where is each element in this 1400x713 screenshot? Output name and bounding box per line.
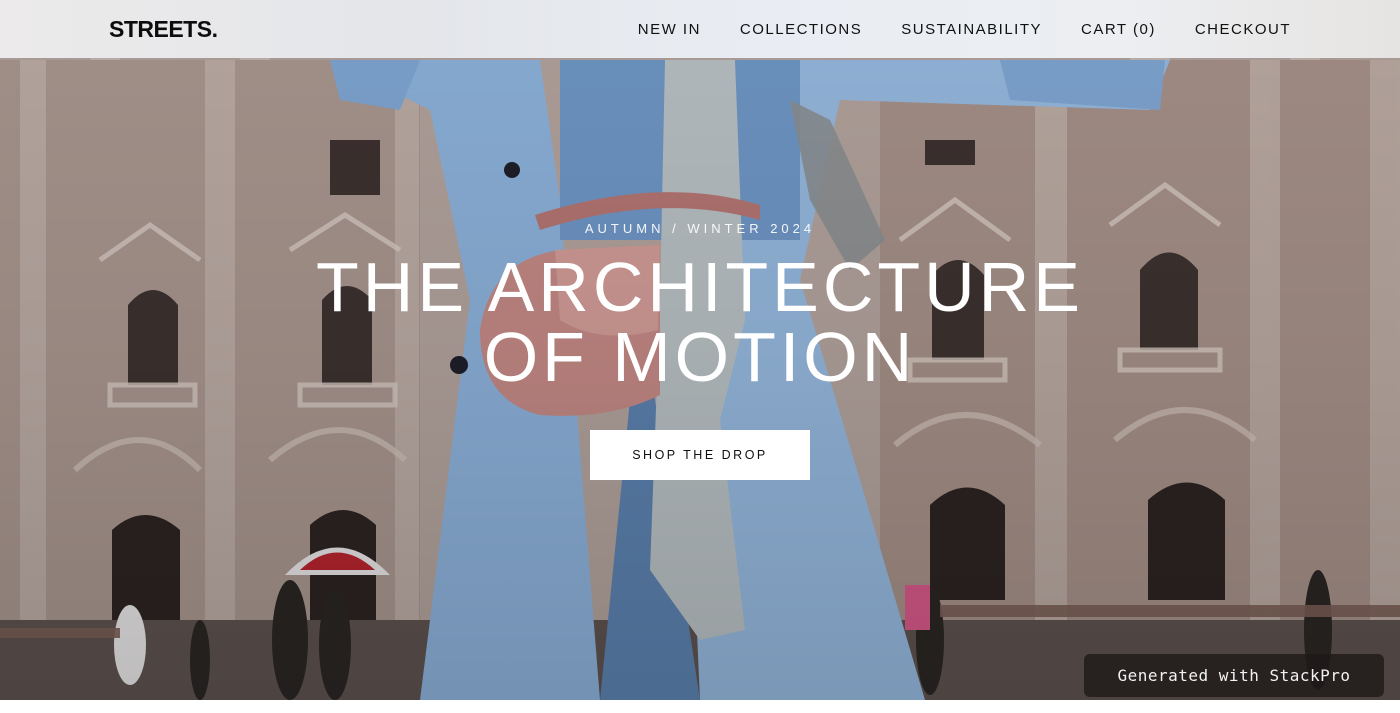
hero-headline-line-1: THE ARCHITECTURE xyxy=(316,248,1084,326)
shop-the-drop-button[interactable]: SHOP THE DROP xyxy=(590,430,810,480)
hero-content: AUTUMN / WINTER 2024 THE ARCHITECTURE OF… xyxy=(0,0,1400,700)
page-bottom-edge xyxy=(0,700,1400,713)
hero-headline: THE ARCHITECTURE OF MOTION xyxy=(0,252,1400,392)
generated-with-badge[interactable]: Generated with StackPro xyxy=(1084,654,1384,697)
hero-headline-line-2: OF MOTION xyxy=(483,318,917,396)
hero-eyebrow: AUTUMN / WINTER 2024 xyxy=(584,221,816,236)
